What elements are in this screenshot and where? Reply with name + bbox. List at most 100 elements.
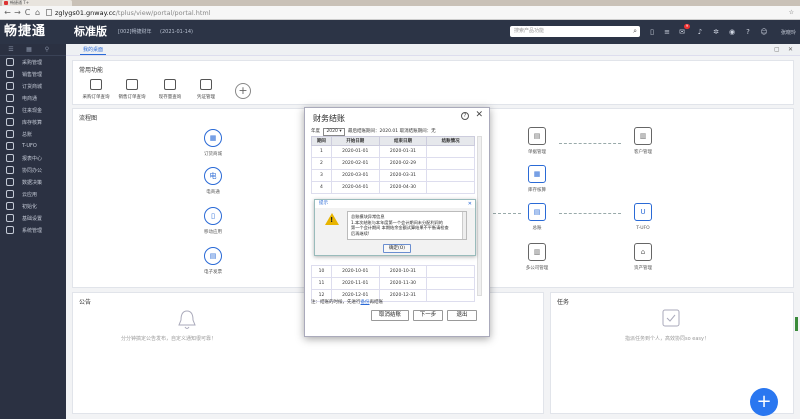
warning-exclamation: ! xyxy=(330,216,334,224)
mall-flow-icon: ▦ xyxy=(204,129,222,147)
sidebar-item-label: 数据决策 xyxy=(22,179,43,186)
sidebar-item[interactable]: 数据决策 xyxy=(0,176,66,188)
sidebar-item[interactable]: 订货商城 xyxy=(0,80,66,92)
document-flow-icon: ▤ xyxy=(528,127,546,145)
page-tabstrip: 我的桌面 ▢ ✕ xyxy=(66,44,800,56)
settings-icon[interactable]: ✲ xyxy=(712,28,720,36)
bookmark-star-icon[interactable]: ☆ xyxy=(789,8,794,18)
reload-icon[interactable]: C xyxy=(23,8,32,18)
flow-node[interactable]: ▤ 电子发票 xyxy=(193,247,233,275)
sidebar-item[interactable]: 采购管理 xyxy=(0,56,66,68)
page-icon xyxy=(46,9,52,16)
close-icon[interactable]: ✕ xyxy=(788,46,793,53)
init-icon xyxy=(6,202,14,210)
flow-node[interactable]: 电电商通 xyxy=(193,167,233,195)
sidebar-item[interactable]: 往来现金 xyxy=(0,104,66,116)
grid-icon[interactable]: ▦ xyxy=(22,44,36,56)
back-icon[interactable]: ← xyxy=(3,8,12,18)
sidebar-item-label: 初始化 xyxy=(22,203,38,210)
tab-my-desktop[interactable]: 我的桌面 xyxy=(80,46,107,55)
sidebar-item[interactable]: 云应用 xyxy=(0,188,66,200)
alert-scrollbar[interactable] xyxy=(462,212,466,239)
url-field[interactable]: zglygs01.gnway.cc/tplus/view/portal/port… xyxy=(46,8,776,18)
table-scrollbar[interactable] xyxy=(477,136,482,296)
task-empty-icon xyxy=(662,309,680,327)
address-bar: ← → C ⌂ zglygs01.gnway.cc/tplus/view/por… xyxy=(0,6,800,20)
ok-button[interactable]: 确定(O) xyxy=(383,244,411,253)
flow-node[interactable]: ▦ 订货商城 xyxy=(193,129,233,157)
quick-item[interactable]: 采购订单查询 xyxy=(79,79,113,100)
add-quick-function-button[interactable]: + xyxy=(235,83,251,99)
table-row[interactable]: 1 2020-01-01 2020-01-31 xyxy=(311,145,475,158)
restore-icon[interactable]: ▢ xyxy=(774,46,780,53)
help-icon[interactable]: ? xyxy=(744,28,752,36)
flow-node[interactable]: ▯ 移动应用 xyxy=(193,207,233,235)
table-row[interactable]: 10 2020-10-01 2020-10-31 xyxy=(311,265,475,278)
forward-icon[interactable]: → xyxy=(13,8,22,18)
location-icon[interactable]: ◉ xyxy=(728,28,736,36)
period-no: 2 xyxy=(311,157,332,170)
table-row[interactable]: 3 2020-03-01 2020-03-31 xyxy=(311,169,475,182)
sidebar-item[interactable]: 系统管理 xyxy=(0,224,66,236)
search-input[interactable]: 搜索产品功能 ⌕ xyxy=(510,26,640,37)
table-row[interactable]: 4 2020-04-01 2020-04-30 xyxy=(311,181,475,194)
flow-node[interactable]: ▥ 客户管理 xyxy=(623,127,663,155)
flow-node[interactable]: ▤ 总账 xyxy=(517,203,557,231)
sidebar-item[interactable]: T-UFO xyxy=(0,140,66,152)
table-row[interactable]: 11 2020-11-01 2020-11-30 xyxy=(311,277,475,290)
flow-node[interactable]: ▥ 多公司管理 xyxy=(517,243,557,271)
flow-connector xyxy=(559,143,621,144)
close-icon[interactable]: ✕ xyxy=(468,200,472,208)
backup-link[interactable]: 备份 xyxy=(361,300,370,305)
user-name[interactable]: 张晓玲 xyxy=(781,29,796,36)
sidebar-item[interactable]: 库存核算 xyxy=(0,116,66,128)
close-icon[interactable]: ✕ xyxy=(475,110,483,120)
start-date: 2020-01-01 xyxy=(330,145,380,158)
quick-item[interactable]: 现存量查询 xyxy=(153,79,187,100)
quick-item[interactable]: 凭证管理 xyxy=(189,79,223,100)
sidebar-item[interactable]: 协同办公 xyxy=(0,164,66,176)
bell-icon[interactable]: ♪ xyxy=(696,28,704,36)
next-button[interactable]: 下一步 xyxy=(413,310,443,321)
alert-title: 提示 ✕ xyxy=(315,200,475,208)
sidebar-item[interactable]: 基础设置 xyxy=(0,212,66,224)
flow-node-label: 单据管理 xyxy=(528,150,546,155)
scrollbar-thumb[interactable] xyxy=(795,317,798,331)
menu-icon[interactable]: ☰ xyxy=(4,44,18,56)
sidebar-item[interactable]: 初始化 xyxy=(0,200,66,212)
table-row[interactable]: 2 2020-02-01 2020-02-29 xyxy=(311,157,475,170)
flow-connector xyxy=(559,213,621,214)
pin-icon[interactable]: ⚲ xyxy=(40,44,54,56)
note-suffix: 再结账 xyxy=(369,300,384,305)
system-icon xyxy=(6,226,14,234)
flow-node[interactable]: U T-UFO xyxy=(623,203,663,231)
tablet-icon[interactable]: ▯ xyxy=(648,28,656,36)
close-status xyxy=(426,289,475,302)
cloud-icon xyxy=(6,190,14,198)
message-icon[interactable]: ✉ xyxy=(678,28,686,36)
flow-node[interactable]: ⌂ 资产管理 xyxy=(623,243,663,271)
sidebar-item[interactable]: 电商通 xyxy=(0,92,66,104)
voucher-icon xyxy=(200,79,212,90)
flow-node[interactable]: ▤ 单据管理 xyxy=(517,127,557,155)
add-floating-button[interactable]: + xyxy=(750,388,778,416)
ledger-icon xyxy=(6,130,14,138)
year-select[interactable]: 2020 ▾ xyxy=(323,128,345,136)
user-icon[interactable]: ☺ xyxy=(760,28,768,36)
sidebar-item[interactable]: 报表中心 xyxy=(0,152,66,164)
help-icon[interactable]: ? xyxy=(461,112,469,120)
cancel-close-button[interactable]: 取消结账 xyxy=(371,310,409,321)
search-icon[interactable]: ⌕ xyxy=(633,26,637,37)
filter-icon[interactable]: ≡ xyxy=(663,28,671,36)
asset-flow-icon: ⌂ xyxy=(634,243,652,261)
mall-icon xyxy=(6,82,14,90)
sidebar-item[interactable]: 总账 xyxy=(0,128,66,140)
quick-item[interactable]: 销售订单查询 xyxy=(115,79,149,100)
flow-node[interactable]: ▦ 库存核算 xyxy=(517,165,557,193)
app-logo: 畅捷通 xyxy=(4,24,47,39)
sidebar-item[interactable]: 销售管理 xyxy=(0,68,66,80)
exit-button[interactable]: 退出 xyxy=(447,310,477,321)
start-date: 2020-04-01 xyxy=(330,181,380,194)
search-placeholder: 搜索产品功能 xyxy=(514,28,545,34)
home-icon[interactable]: ⌂ xyxy=(33,8,42,18)
